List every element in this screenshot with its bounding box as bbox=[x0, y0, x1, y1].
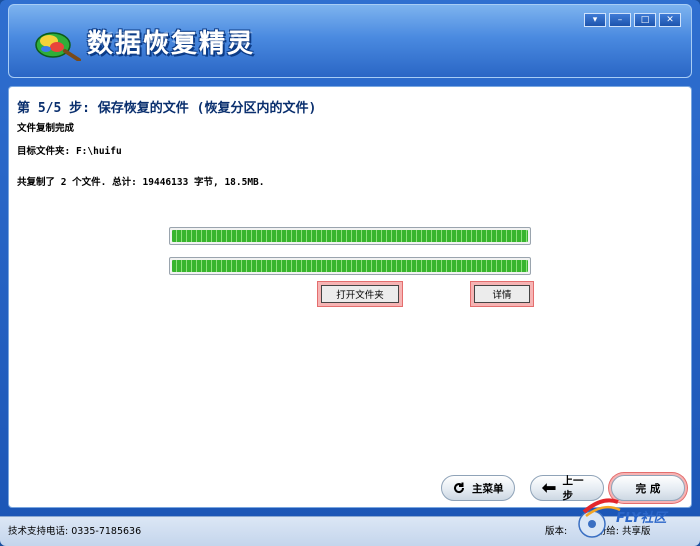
header-banner: 数据恢复精灵 数据恢复精灵 ▾ – □ ✕ bbox=[8, 4, 692, 78]
target-folder-text: 目标文件夹: F:\huifu bbox=[17, 146, 122, 157]
version-label: 版本: bbox=[545, 526, 568, 537]
app-title: 数据恢复精灵 bbox=[87, 29, 256, 59]
support-phone-text: 技术支持电话: 0335-7185636 bbox=[8, 526, 142, 537]
details-button[interactable]: 详情 bbox=[474, 285, 530, 303]
arrow-left-icon bbox=[541, 483, 556, 493]
copy-summary-text: 共复制了 2 个文件. 总计: 19446133 字节, 18.5MB. bbox=[17, 177, 265, 188]
refresh-icon bbox=[454, 482, 465, 494]
progress-fill-file bbox=[172, 230, 528, 242]
app-window: 数据恢复精灵 数据恢复精灵 ▾ – □ ✕ 第 5/5 步: 保存恢复的文件 (… bbox=[0, 0, 700, 546]
open-folder-button[interactable]: 打开文件夹 bbox=[321, 285, 399, 303]
watermark-brand-text: FLY社区 bbox=[616, 511, 667, 526]
copy-status-text: 文件复制完成 bbox=[17, 123, 75, 134]
minimize-button[interactable]: – bbox=[609, 13, 631, 27]
progress-bar-total bbox=[169, 257, 531, 275]
step-title: 第 5/5 步: 保存恢复的文件 (恢复分区内的文件) bbox=[17, 101, 317, 116]
main-menu-label: 主菜单 bbox=[472, 482, 504, 495]
progress-fill-total bbox=[172, 260, 528, 272]
window-controls: ▾ – □ ✕ bbox=[584, 13, 681, 27]
main-menu-button[interactable]: 主菜单 bbox=[441, 475, 515, 501]
close-button[interactable]: ✕ bbox=[659, 13, 681, 27]
maximize-button[interactable]: □ bbox=[634, 13, 656, 27]
dropdown-button[interactable]: ▾ bbox=[584, 13, 606, 27]
progress-bar-file bbox=[169, 227, 531, 245]
main-panel: 第 5/5 步: 保存恢复的文件 (恢复分区内的文件) 文件复制完成 目标文件夹… bbox=[8, 86, 692, 508]
magnifier-logo-icon bbox=[35, 32, 81, 61]
